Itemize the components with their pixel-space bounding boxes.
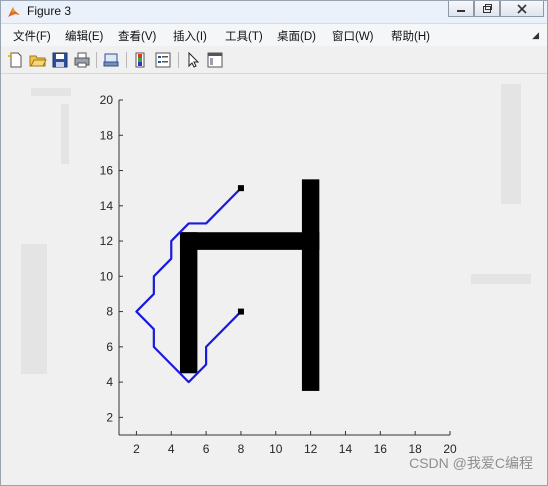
x-tick-label: 10 [269, 442, 283, 456]
matlab-logo-icon [8, 7, 20, 17]
y-tick-label: 12 [100, 234, 114, 248]
y-tick-label: 20 [100, 93, 114, 107]
toolbar-separator [126, 52, 127, 68]
menu-insert[interactable]: 插入(I) [173, 28, 207, 44]
obstacle-block [301, 179, 320, 391]
menu-window[interactable]: 窗口(W) [332, 28, 374, 44]
minimize-icon [457, 9, 465, 12]
y-tick-label: 4 [106, 375, 113, 389]
y-tick-label: 16 [100, 164, 114, 178]
menu-dock-arrow-icon[interactable]: ◢ [532, 30, 539, 41]
x-tick-label: 16 [374, 442, 388, 456]
x-tick-label: 2 [133, 442, 140, 456]
menu-edit[interactable]: 编辑(E) [65, 28, 103, 44]
new-figure-icon[interactable] [7, 51, 25, 69]
title-bar[interactable]: Figure 3 [1, 1, 547, 24]
print-preview-icon[interactable] [102, 51, 120, 69]
close-button[interactable] [500, 1, 544, 17]
path-plot[interactable]: 2 4 6 8 10 12 14 16 18 202468101214161820 [1, 74, 547, 485]
x-tick-label: 8 [238, 442, 245, 456]
insert-legend-icon[interactable] [154, 51, 172, 69]
save-icon[interactable] [51, 51, 69, 69]
y-tick-label: 6 [106, 340, 113, 354]
menu-file[interactable]: 文件(F) [13, 28, 51, 44]
menu-view[interactable]: 查看(V) [118, 28, 156, 44]
toolbar-separator [178, 52, 179, 68]
property-inspector-icon[interactable] [206, 51, 224, 69]
path-endpoint-marker [237, 308, 244, 315]
edit-plot-pointer-icon[interactable] [184, 51, 202, 69]
csdn-watermark: CSDN @我爱C编程 [409, 455, 533, 471]
x-tick-label: 4 [168, 442, 175, 456]
print-icon[interactable] [73, 51, 91, 69]
window-title: Figure 3 [27, 4, 72, 18]
menu-desktop[interactable]: 桌面(D) [277, 28, 316, 44]
x-tick-label: 14 [339, 442, 353, 456]
figure-toolbar [1, 47, 547, 74]
figure-window: Figure 3 文件(F) 编辑(E) 查看(V) 插入(I) 工具(T) 桌… [0, 0, 548, 486]
x-tick-label: 12 [304, 442, 318, 456]
menu-tools[interactable]: 工具(T) [225, 28, 263, 44]
y-tick-label: 2 [106, 410, 113, 424]
menu-bar: 文件(F) 编辑(E) 查看(V) 插入(I) 工具(T) 桌面(D) 窗口(W… [1, 24, 547, 46]
y-tick-label: 14 [100, 199, 114, 213]
maximize-button[interactable] [474, 1, 500, 17]
y-tick-label: 8 [106, 305, 113, 319]
minimize-button[interactable] [448, 1, 474, 17]
toolbar-separator [96, 52, 97, 68]
x-tick-label: 6 [203, 442, 210, 456]
path-endpoint-marker [237, 185, 244, 192]
menu-help[interactable]: 帮助(H) [391, 28, 430, 44]
obstacle-block [179, 232, 320, 250]
open-file-icon[interactable] [29, 51, 47, 69]
obstacle-block [179, 232, 198, 374]
close-icon [517, 3, 527, 14]
restore-icon [483, 3, 492, 13]
y-tick-label: 10 [100, 269, 114, 283]
y-tick-label: 18 [100, 128, 114, 142]
insert-colorbar-icon[interactable] [132, 51, 150, 69]
